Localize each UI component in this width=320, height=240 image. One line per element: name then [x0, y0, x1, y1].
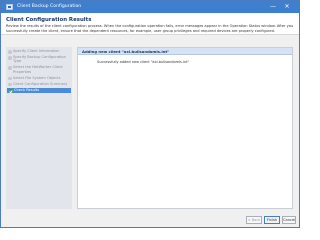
step-select-file-system-objects[interactable]: Select File System Objects — [6, 75, 72, 81]
cancel-button[interactable]: Cancel — [282, 216, 296, 224]
step-status-icon — [8, 66, 12, 70]
step-label: Specify Client Information — [13, 49, 60, 53]
step-client-configuration-summary[interactable]: Client Configuration Summary — [6, 81, 72, 87]
step-select-client-properties[interactable]: Select the NetWorker Client Properties — [6, 65, 72, 74]
step-label: Specify Backup Configuration Type — [13, 55, 66, 64]
back-button[interactable]: < Back — [246, 216, 262, 224]
step-label: Select the NetWorker Client Properties — [13, 65, 63, 74]
page-description: Review the results of the client configu… — [6, 24, 294, 33]
step-label: Check Results — [14, 88, 40, 93]
finish-button[interactable]: Finish — [264, 216, 280, 224]
wizard-footer: < Back Finish Cancel — [1, 209, 299, 229]
step-status-icon — [8, 76, 12, 81]
step-status-icon — [8, 82, 12, 87]
step-label: Client Configuration Summary — [13, 81, 68, 86]
wizard-steps-nav: Specify Client Information Specify Backu… — [6, 47, 72, 209]
check-success-icon — [9, 89, 13, 93]
step-status-icon — [8, 50, 12, 54]
result-message: Successfully added new client "axi.bulls… — [97, 60, 190, 64]
minimize-icon[interactable]: — — [267, 1, 279, 13]
window-title: Client Backup Configuration — [17, 4, 82, 9]
step-label: Select File System Objects — [13, 75, 61, 80]
title-bar[interactable]: Client Backup Configuration — ✕ — [1, 1, 299, 13]
step-specify-backup-configuration-type[interactable]: Specify Backup Configuration Type — [6, 55, 72, 64]
step-check-results[interactable]: Check Results — [7, 87, 71, 94]
client-backup-configuration-window: Client Backup Configuration — ✕ Client C… — [0, 0, 300, 228]
close-icon[interactable]: ✕ — [281, 1, 293, 13]
results-panel: Adding new client "axi.bullsandomls.int"… — [77, 47, 293, 209]
result-header: Adding new client "axi.bullsandomls.int" — [78, 48, 292, 55]
step-status-icon — [8, 56, 12, 60]
page-title: Client Configuration Results — [6, 17, 92, 23]
app-icon — [6, 4, 13, 10]
step-specify-client-information[interactable]: Specify Client Information — [6, 49, 72, 54]
